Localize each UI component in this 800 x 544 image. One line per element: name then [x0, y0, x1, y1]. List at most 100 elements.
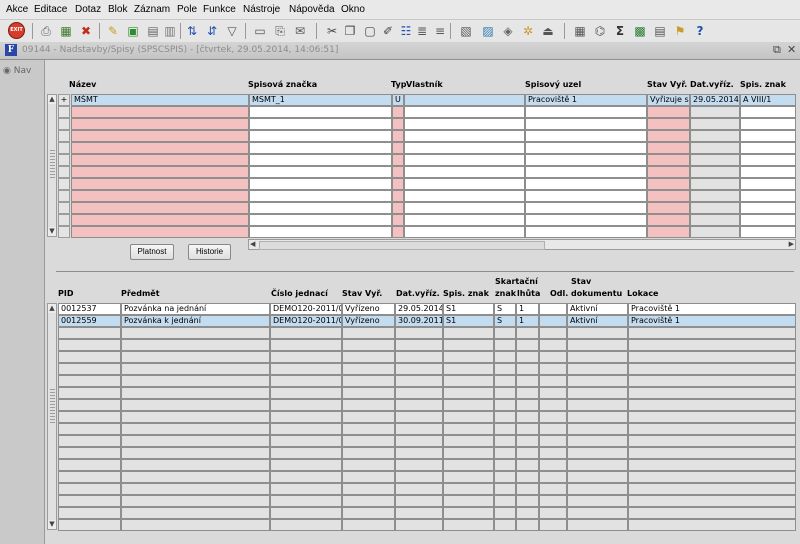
cell-predmet[interactable]	[121, 435, 270, 447]
cell-stav-vyr[interactable]	[342, 507, 395, 519]
cell-stav[interactable]	[647, 154, 690, 166]
cell-stav-vyr[interactable]	[342, 483, 395, 495]
scroll-grip[interactable]	[50, 389, 55, 424]
cell-spis-znak[interactable]	[443, 507, 494, 519]
menu-dotaz[interactable]: Dotaz	[75, 4, 101, 15]
cell-predmet[interactable]	[121, 351, 270, 363]
cell-pid[interactable]	[58, 435, 121, 447]
cell-predmet[interactable]	[121, 495, 270, 507]
cell-predmet[interactable]	[121, 375, 270, 387]
cell-vlastnik[interactable]	[404, 202, 525, 214]
cell-vlastnik[interactable]	[404, 142, 525, 154]
cell-cislo-jednaci[interactable]	[270, 327, 342, 339]
cell-spis-znak[interactable]	[443, 423, 494, 435]
filter-icon[interactable]: ▽	[224, 23, 240, 39]
menu-pole[interactable]: Pole	[177, 4, 197, 15]
cell-pid[interactable]	[58, 351, 121, 363]
row-marker[interactable]	[58, 106, 70, 118]
save-icon[interactable]: ⎙	[38, 23, 54, 39]
report-icon[interactable]: ▧	[458, 23, 474, 39]
cell-spis-znak[interactable]: S1	[443, 303, 494, 315]
cell-lokace[interactable]	[628, 519, 796, 531]
cell-odl[interactable]	[539, 435, 567, 447]
cell-spis-znak[interactable]	[443, 351, 494, 363]
export-icon[interactable]: ▨	[480, 23, 496, 39]
cell-odl[interactable]	[539, 327, 567, 339]
cell-predmet[interactable]	[121, 339, 270, 351]
cell-predmet[interactable]	[121, 471, 270, 483]
cell-stav-vyr[interactable]	[342, 351, 395, 363]
cell-nazev[interactable]: MŠMT	[71, 94, 249, 106]
cell-odl[interactable]	[539, 351, 567, 363]
cell-stav-dok[interactable]	[567, 339, 628, 351]
cell-pid[interactable]: 0012537	[58, 303, 121, 315]
cell-skart-lhuta[interactable]	[516, 375, 539, 387]
cell-skart-lhuta[interactable]	[516, 363, 539, 375]
cell-spis-znak[interactable]	[740, 214, 796, 226]
row-marker[interactable]	[58, 154, 70, 166]
cell-stav-vyr[interactable]: Vyřízeno	[342, 303, 395, 315]
cell-spis-znak[interactable]	[740, 202, 796, 214]
hat-icon[interactable]: ⏏	[540, 23, 556, 39]
cell-spis-znak[interactable]	[443, 435, 494, 447]
cell-datum[interactable]	[690, 118, 740, 130]
cell-typ[interactable]	[392, 106, 404, 118]
cell-predmet[interactable]: Pozvánka k jednání	[121, 315, 270, 327]
cell-pid[interactable]	[58, 483, 121, 495]
cell-cislo-jednaci[interactable]	[270, 519, 342, 531]
cell-spisova-znacka[interactable]	[249, 190, 392, 202]
cell-spis-znak[interactable]	[443, 483, 494, 495]
cell-cislo-jednaci[interactable]	[270, 447, 342, 459]
cell-spisovy-uzel[interactable]	[525, 202, 647, 214]
cell-spisova-znacka[interactable]	[249, 154, 392, 166]
cell-vlastnik[interactable]	[404, 190, 525, 202]
cell-stav-dok[interactable]	[567, 447, 628, 459]
cell-skart-znak[interactable]	[494, 507, 516, 519]
cell-stav[interactable]: Vyřizuje s	[647, 94, 690, 106]
cell-lokace[interactable]	[628, 399, 796, 411]
cell-vlastnik[interactable]	[404, 178, 525, 190]
cell-pid[interactable]: 0012559	[58, 315, 121, 327]
cell-predmet[interactable]	[121, 507, 270, 519]
cell-stav[interactable]	[647, 214, 690, 226]
cell-typ[interactable]: U	[392, 94, 404, 106]
row-marker[interactable]: +	[58, 94, 70, 106]
cell-skart-znak[interactable]	[494, 339, 516, 351]
cell-pid[interactable]	[58, 519, 121, 531]
cell-pid[interactable]	[58, 327, 121, 339]
cell-stav-dok[interactable]	[567, 495, 628, 507]
cell-skart-znak[interactable]	[494, 435, 516, 447]
cell-spis-znak[interactable]	[740, 106, 796, 118]
cell-typ[interactable]	[392, 214, 404, 226]
cell-vlastnik[interactable]	[404, 226, 525, 238]
cell-skart-znak[interactable]	[494, 411, 516, 423]
cell-spisovy-uzel[interactable]	[525, 226, 647, 238]
mail-icon[interactable]: ✉	[292, 23, 308, 39]
cell-typ[interactable]	[392, 154, 404, 166]
cell-lokace[interactable]	[628, 435, 796, 447]
cell-stav-vyr[interactable]	[342, 327, 395, 339]
clear-icon[interactable]: ▣	[125, 23, 141, 39]
cell-odl[interactable]	[539, 459, 567, 471]
cell-vlastnik[interactable]	[404, 130, 525, 142]
scroll-up-icon[interactable]: ▲	[48, 304, 56, 313]
row-marker[interactable]	[58, 226, 70, 238]
cell-spisovy-uzel[interactable]	[525, 130, 647, 142]
cell-skart-znak[interactable]	[494, 459, 516, 471]
close-icon[interactable]: ✕	[787, 43, 796, 56]
cell-skart-znak[interactable]	[494, 363, 516, 375]
cell-spisovy-uzel[interactable]	[525, 106, 647, 118]
cell-spisova-znacka[interactable]	[249, 106, 392, 118]
cell-dat-vyriz[interactable]	[395, 375, 443, 387]
cell-lokace[interactable]	[628, 339, 796, 351]
cell-stav-vyr[interactable]	[342, 459, 395, 471]
cell-lokace[interactable]	[628, 387, 796, 399]
cell-stav[interactable]	[647, 166, 690, 178]
cell-stav[interactable]	[647, 130, 690, 142]
cell-skart-lhuta[interactable]: 1	[516, 315, 539, 327]
cell-skart-znak[interactable]	[494, 375, 516, 387]
cell-cislo-jednaci[interactable]	[270, 507, 342, 519]
cell-vlastnik[interactable]	[404, 118, 525, 130]
cell-stav-vyr[interactable]	[342, 519, 395, 531]
cell-skart-znak[interactable]	[494, 351, 516, 363]
